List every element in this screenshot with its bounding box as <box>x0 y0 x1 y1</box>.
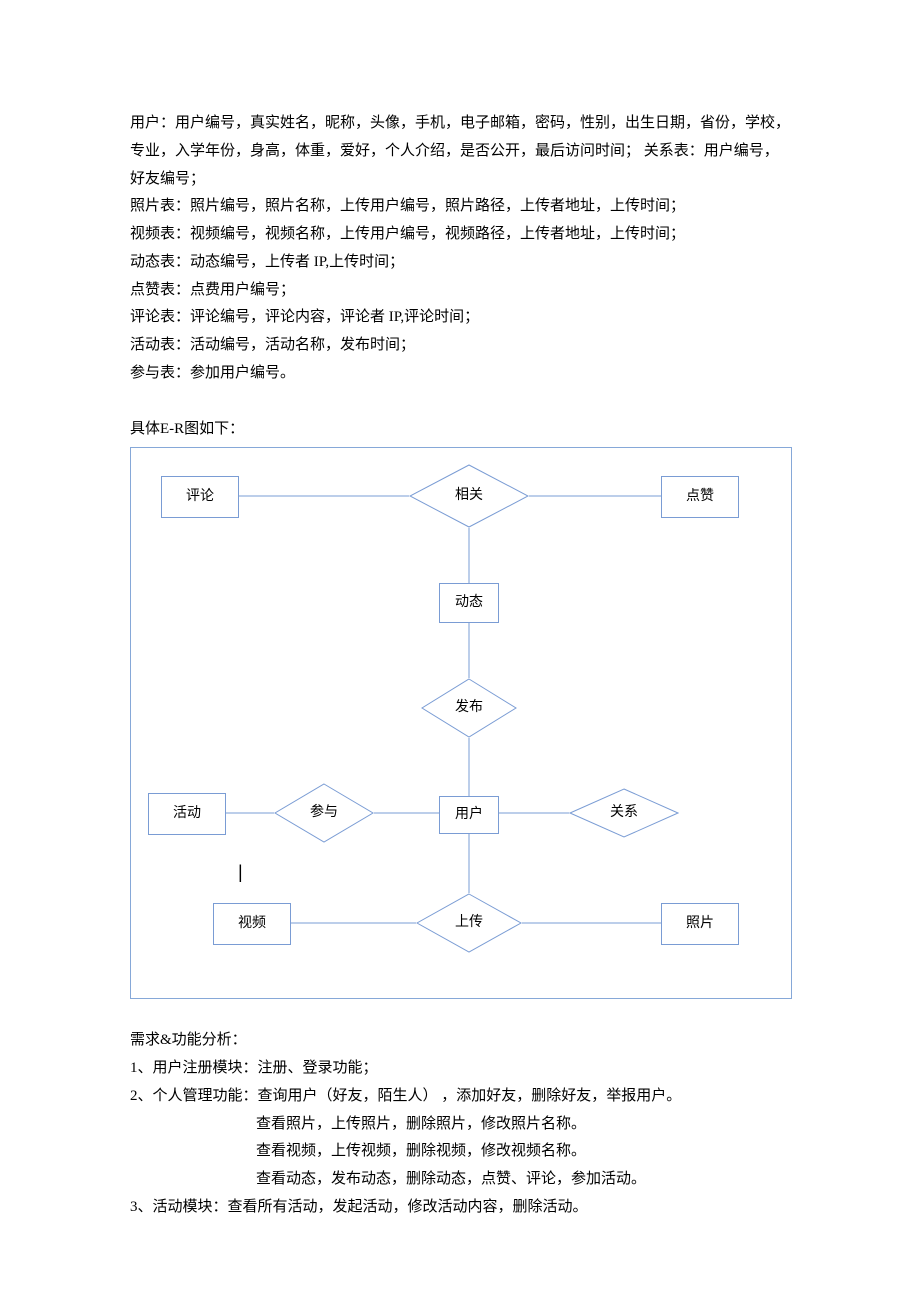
relation-related: 相关 <box>409 464 529 528</box>
entity-photo-label: 照片 <box>686 911 714 937</box>
entity-photo: 照片 <box>661 903 739 945</box>
relation-related-label: 相关 <box>455 483 483 509</box>
paragraph-like: 点赞表：点费用户编号； <box>130 277 790 305</box>
entity-user: 用户 <box>439 796 499 834</box>
relation-relationship-label: 关系 <box>610 800 638 826</box>
entity-video: 视频 <box>213 903 291 945</box>
paragraph-video: 视频表：视频编号，视频名称，上传用户编号，视频路径，上传者地址，上传时间； <box>130 221 790 249</box>
paragraph-photo: 照片表：照片编号，照片名称，上传用户编号，照片路径，上传者地址，上传时间； <box>130 193 790 221</box>
requirements-title: 需求&功能分析： <box>130 1027 790 1055</box>
entity-dynamic: 动态 <box>439 583 499 623</box>
paragraph-participate: 参与表：参加用户编号。 <box>130 360 790 388</box>
relation-upload-label: 上传 <box>455 910 483 936</box>
relation-publish-label: 发布 <box>455 695 483 721</box>
relation-participate-label: 参与 <box>310 800 338 826</box>
entity-video-label: 视频 <box>238 911 266 937</box>
entity-like-label: 点赞 <box>686 484 714 510</box>
requirement-2c: 查看动态，发布动态，删除动态，点赞、评论，参加活动。 <box>130 1166 790 1194</box>
entity-activity-label: 活动 <box>173 801 201 827</box>
paragraph-comment: 评论表：评论编号，评论内容，评论者 IP,评论时间； <box>130 304 790 332</box>
paragraph-dynamic: 动态表：动态编号，上传者 IP,上传时间； <box>130 249 790 277</box>
relation-relationship: 关系 <box>569 788 679 838</box>
relation-publish: 发布 <box>421 678 517 738</box>
paragraph-user: 用户：用户编号，真实姓名，昵称，头像，手机，电子邮箱，密码，性别，出生日期，省份… <box>130 110 790 193</box>
requirement-3: 3、活动模块：查看所有活动，发起活动，修改活动内容，删除活动。 <box>130 1194 790 1222</box>
relation-participate: 参与 <box>274 783 374 843</box>
requirement-2b: 查看视频，上传视频，删除视频，修改视频名称。 <box>130 1138 790 1166</box>
paragraph-activity: 活动表：活动编号，活动名称，发布时间； <box>130 332 790 360</box>
entity-activity: 活动 <box>148 793 226 835</box>
requirement-2a: 查看照片，上传照片，删除照片，修改照片名称。 <box>130 1111 790 1139</box>
er-diagram: 评论 相关 点赞 动态 发布 活动 参与 用户 关系 | 视频 上传 照片 <box>130 447 792 999</box>
text-caret: | <box>238 856 243 889</box>
entity-dynamic-label: 动态 <box>455 590 483 616</box>
entity-like: 点赞 <box>661 476 739 518</box>
entity-comment: 评论 <box>161 476 239 518</box>
entity-user-label: 用户 <box>455 802 483 828</box>
requirement-1: 1、用户注册模块：注册、登录功能； <box>130 1055 790 1083</box>
diagram-title: 具体E-R图如下： <box>130 416 790 444</box>
relation-upload: 上传 <box>416 893 522 953</box>
requirement-2: 2、个人管理功能：查询用户（好友，陌生人） ，添加好友，删除好友，举报用户。 <box>130 1083 790 1111</box>
entity-comment-label: 评论 <box>186 484 214 510</box>
